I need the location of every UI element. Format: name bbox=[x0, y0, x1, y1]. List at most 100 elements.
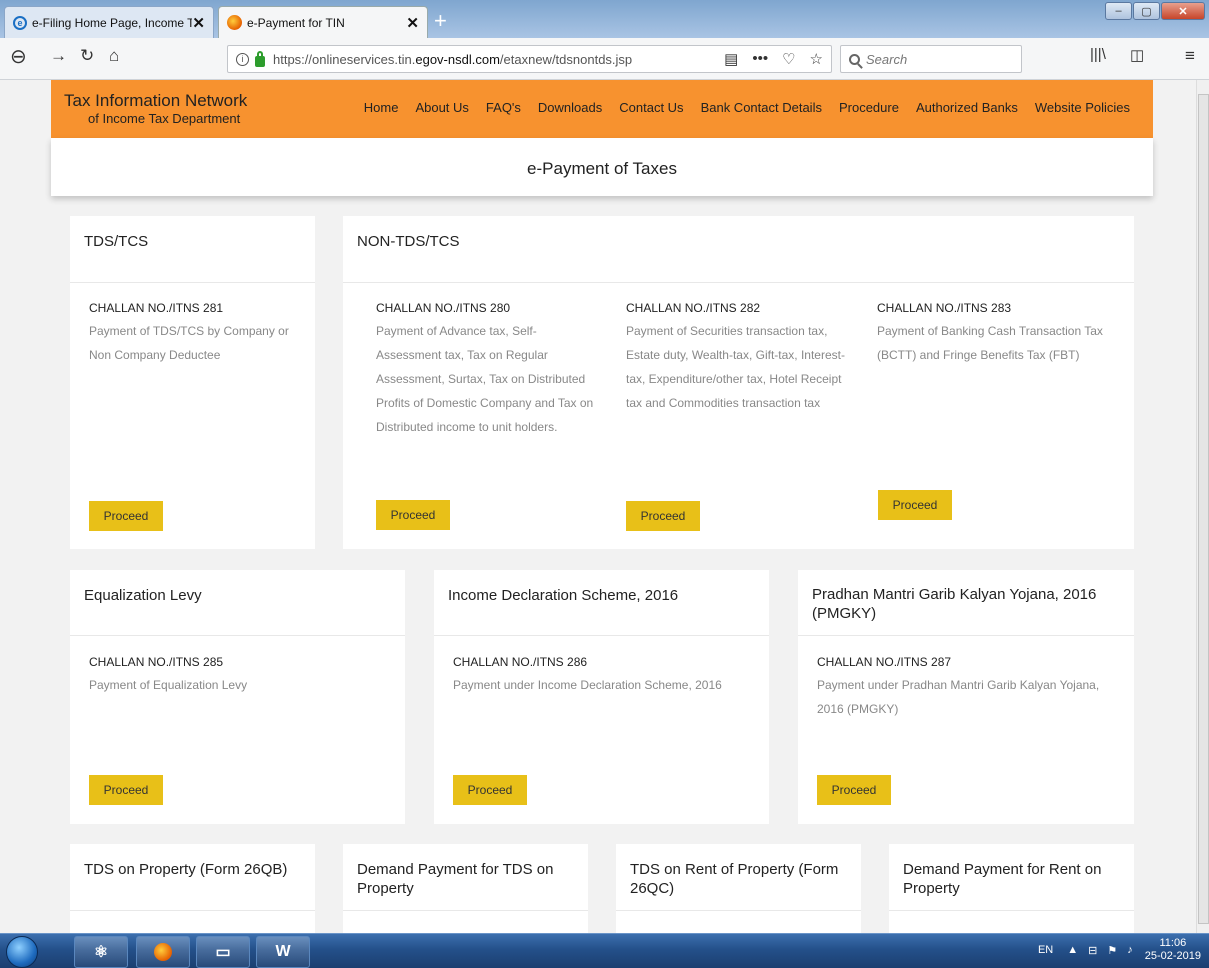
menu-icon[interactable]: ≡ bbox=[1185, 46, 1195, 66]
card-tds-tcs: TDS/TCS CHALLAN NO./ITNS 281 Payment of … bbox=[70, 216, 315, 549]
proceed-button-280[interactable]: Proceed bbox=[376, 500, 450, 530]
proceed-button-287[interactable]: Proceed bbox=[817, 775, 891, 805]
card-demand-payment-tds-property: Demand Payment for TDS on Property bbox=[343, 844, 588, 933]
challan-code: CHALLAN NO./ITNS 285 bbox=[89, 655, 224, 669]
proceed-button-285[interactable]: Proceed bbox=[89, 775, 163, 805]
card-income-declaration-scheme: Income Declaration Scheme, 2016 CHALLAN … bbox=[434, 570, 769, 824]
site-brand[interactable]: Tax Information Network of Income Tax De… bbox=[64, 91, 247, 126]
proceed-button-282[interactable]: Proceed bbox=[626, 501, 700, 531]
challan-description: Payment of TDS/TCS by Company or Non Com… bbox=[89, 324, 289, 362]
forward-button[interactable]: → bbox=[50, 46, 67, 66]
challan-description: Payment under Pradhan Mantri Garib Kalya… bbox=[817, 678, 1100, 716]
challan-description: Payment of Banking Cash Transaction Tax … bbox=[877, 324, 1103, 362]
clock[interactable]: 11:06 25-02-2019 bbox=[1145, 937, 1201, 963]
challan-block: CHALLAN NO./ITNS 281 Payment of TDS/TCS … bbox=[89, 301, 304, 367]
search-input[interactable]: Search bbox=[840, 45, 1022, 73]
card-heading: Demand Payment for Rent on Property bbox=[889, 844, 1134, 911]
challan-code: CHALLAN NO./ITNS 280 bbox=[376, 301, 511, 315]
menu-item-faqs[interactable]: FAQ's bbox=[486, 100, 521, 115]
pocket-icon[interactable]: ♡ bbox=[782, 50, 795, 68]
new-tab-button[interactable]: + bbox=[434, 8, 447, 34]
challan-code: CHALLAN NO./ITNS 283 bbox=[877, 301, 1012, 315]
page-actions-icon[interactable]: ••• bbox=[752, 50, 768, 68]
windows-taskbar: ⚛ ▭ W EN ▲ ⊟ ⚑ ♪ 11:06 25-02-2019 bbox=[0, 933, 1209, 968]
taskbar-explorer-icon[interactable]: ▭ bbox=[196, 936, 250, 968]
search-icon bbox=[849, 53, 860, 65]
menu-item-authorized-banks[interactable]: Authorized Banks bbox=[916, 100, 1018, 115]
taskbar-word-icon[interactable]: W bbox=[256, 936, 310, 968]
taskbar-firefox-icon[interactable] bbox=[136, 936, 190, 968]
menu-item-downloads[interactable]: Downloads bbox=[538, 100, 602, 115]
ie-icon: e bbox=[13, 15, 27, 30]
card-tds-on-property: TDS on Property (Form 26QB) bbox=[70, 844, 315, 933]
home-button[interactable]: ⌂ bbox=[109, 46, 119, 66]
card-heading: TDS on Rent of Property (Form 26QC) bbox=[616, 844, 861, 911]
maximize-button[interactable]: ▢ bbox=[1133, 2, 1160, 20]
page-title-box: e-Payment of Taxes bbox=[51, 138, 1153, 196]
info-icon[interactable]: i bbox=[236, 52, 249, 66]
card-heading: Demand Payment for TDS on Property bbox=[343, 844, 588, 911]
challan-block: CHALLAN NO./ITNS 280 Payment of Advance … bbox=[376, 301, 596, 439]
volume-icon[interactable]: ♪ bbox=[1127, 944, 1133, 956]
start-button[interactable] bbox=[6, 936, 38, 968]
challan-block: CHALLAN NO./ITNS 287 Payment under Pradh… bbox=[817, 655, 1117, 721]
card-heading: Equalization Levy bbox=[70, 570, 405, 636]
close-icon[interactable]: ✕ bbox=[406, 14, 419, 32]
site-menu: Home About Us FAQ's Downloads Contact Us… bbox=[347, 100, 1130, 115]
scrollbar-thumb[interactable] bbox=[1198, 94, 1209, 924]
tray-expand-icon[interactable]: ▲ bbox=[1067, 944, 1078, 956]
action-center-icon[interactable]: ⚑ bbox=[1107, 944, 1117, 957]
page-viewport: Tax Information Network of Income Tax De… bbox=[0, 80, 1196, 933]
card-heading: Pradhan Mantri Garib Kalyan Yojana, 2016… bbox=[798, 570, 1134, 636]
reader-view-icon[interactable]: ▤ bbox=[724, 50, 738, 68]
window-controls: – ▢ ✕ bbox=[1105, 2, 1205, 20]
proceed-button-286[interactable]: Proceed bbox=[453, 775, 527, 805]
card-tds-on-rent: TDS on Rent of Property (Form 26QC) bbox=[616, 844, 861, 933]
lock-icon bbox=[255, 50, 265, 67]
menu-item-contact-us[interactable]: Contact Us bbox=[619, 100, 683, 115]
proceed-button-283[interactable]: Proceed bbox=[878, 490, 952, 520]
challan-description: Payment under Income Declaration Scheme,… bbox=[453, 678, 722, 692]
browser-titlebar: e e-Filing Home Page, Income T ✕ e-Payme… bbox=[0, 0, 1209, 38]
sidebar-icon[interactable]: ◫ bbox=[1130, 46, 1144, 64]
url-bar[interactable]: i https://onlineservices.tin.egov-nsdl.c… bbox=[227, 45, 832, 73]
menu-item-website-policies[interactable]: Website Policies bbox=[1035, 100, 1130, 115]
search-placeholder: Search bbox=[866, 51, 908, 67]
taskbar-app-icon[interactable]: ⚛ bbox=[74, 936, 128, 968]
menu-item-bank-contact-details[interactable]: Bank Contact Details bbox=[701, 100, 822, 115]
menu-item-about-us[interactable]: About Us bbox=[415, 100, 468, 115]
card-heading: TDS on Property (Form 26QB) bbox=[70, 844, 315, 911]
url-text: https://onlineservices.tin.egov-nsdl.com… bbox=[273, 51, 633, 67]
card-equalization-levy: Equalization Levy CHALLAN NO./ITNS 285 P… bbox=[70, 570, 405, 824]
back-button[interactable]: ⊖ bbox=[10, 44, 27, 69]
tab-epayment[interactable]: e-Payment for TIN ✕ bbox=[218, 6, 428, 38]
clock-time: 11:06 bbox=[1159, 937, 1187, 949]
card-heading: Income Declaration Scheme, 2016 bbox=[434, 570, 769, 636]
network-icon[interactable]: ⊟ bbox=[1088, 944, 1097, 957]
challan-description: Payment of Equalization Levy bbox=[89, 678, 248, 692]
tab-title: e-Filing Home Page, Income T bbox=[32, 15, 193, 30]
window-close-button[interactable]: ✕ bbox=[1161, 2, 1205, 20]
bookmark-star-icon[interactable]: ☆ bbox=[810, 50, 823, 68]
site-header: Tax Information Network of Income Tax De… bbox=[51, 80, 1153, 138]
tab-efiling[interactable]: e e-Filing Home Page, Income T ✕ bbox=[4, 6, 214, 38]
language-indicator[interactable]: EN bbox=[1038, 944, 1053, 956]
card-demand-payment-rent: Demand Payment for Rent on Property bbox=[889, 844, 1134, 933]
challan-code: CHALLAN NO./ITNS 286 bbox=[453, 655, 588, 669]
challan-code: CHALLAN NO./ITNS 287 bbox=[817, 655, 952, 669]
menu-item-procedure[interactable]: Procedure bbox=[839, 100, 899, 115]
library-icon[interactable]: |||\ bbox=[1090, 46, 1106, 63]
minimize-button[interactable]: – bbox=[1105, 2, 1132, 20]
challan-code: CHALLAN NO./ITNS 281 bbox=[89, 301, 224, 315]
challan-description: Payment of Securities transaction tax, E… bbox=[626, 324, 845, 410]
proceed-button-281[interactable]: Proceed bbox=[89, 501, 163, 531]
page-scrollbar[interactable] bbox=[1196, 80, 1209, 933]
challan-block: CHALLAN NO./ITNS 285 Payment of Equaliza… bbox=[89, 655, 389, 697]
reload-button[interactable]: ↻ bbox=[80, 46, 94, 66]
challan-block: CHALLAN NO./ITNS 283 Payment of Banking … bbox=[877, 301, 1107, 367]
card-heading: TDS/TCS bbox=[70, 216, 315, 283]
close-icon[interactable]: ✕ bbox=[192, 14, 205, 32]
menu-item-home[interactable]: Home bbox=[364, 100, 399, 115]
tab-title: e-Payment for TIN bbox=[247, 15, 345, 30]
challan-code: CHALLAN NO./ITNS 282 bbox=[626, 301, 761, 315]
